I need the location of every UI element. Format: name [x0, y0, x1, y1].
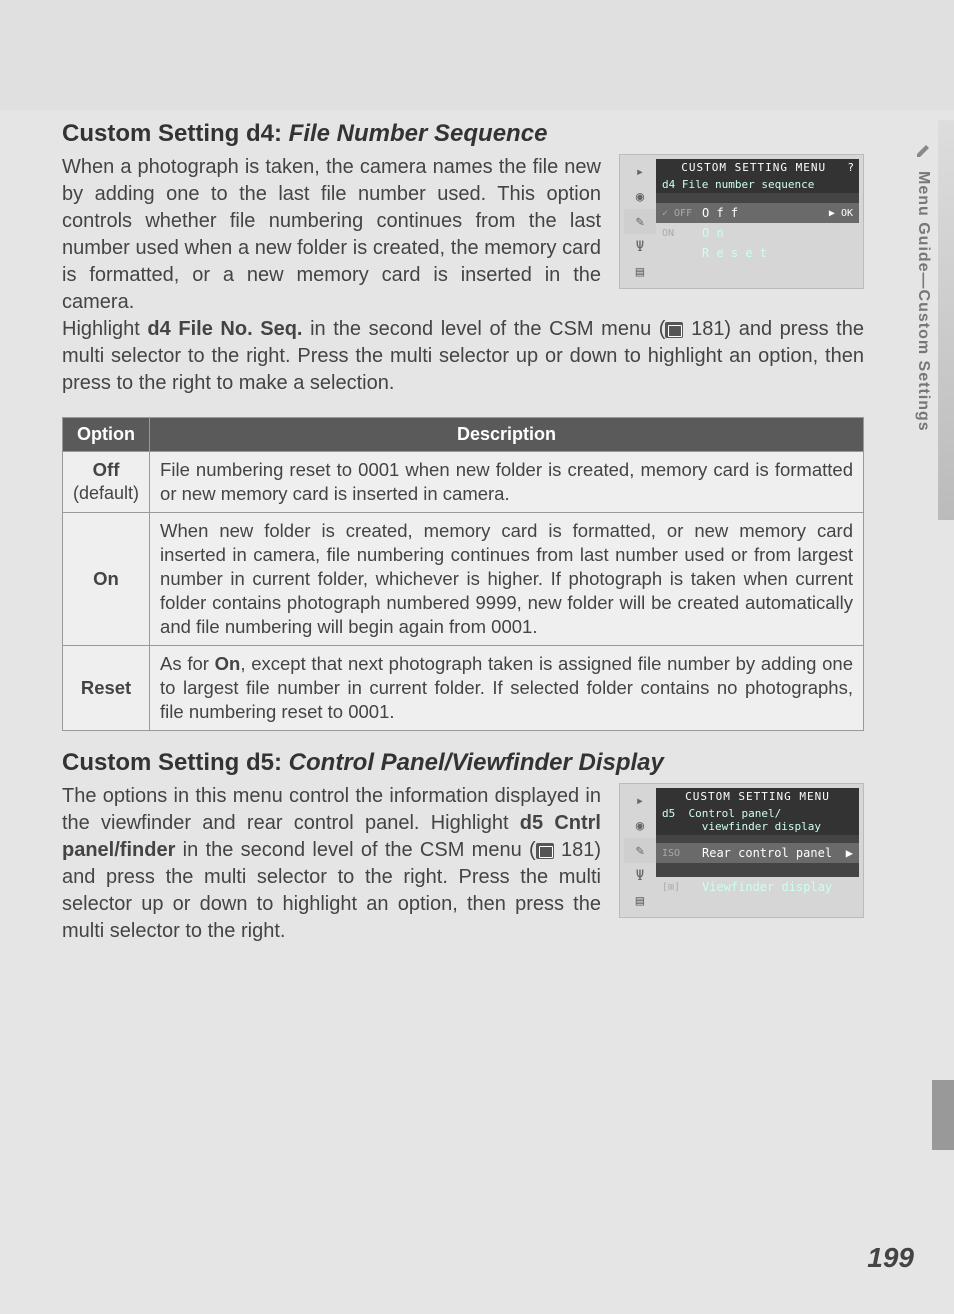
opt-off: Off — [93, 459, 120, 480]
camera-icon: ◉ — [624, 184, 656, 209]
heading-d4: Custom Setting d4: File Number Sequence — [62, 120, 864, 148]
heading-d5: Custom Setting d5: Control Panel/Viewfin… — [62, 749, 864, 777]
d4-p2-c: in the second level of the CSM menu ( — [302, 318, 665, 340]
opt2-pref: [⊞] — [662, 882, 702, 893]
play-icon: ▸ — [624, 788, 656, 813]
section-d5: Custom Setting d5: Control Panel/Viewfin… — [62, 749, 864, 945]
opt-cell-on: On — [63, 513, 150, 646]
d4-p2-b: d4 File No. Seq. — [147, 318, 302, 340]
opt-on-pref: ON — [662, 228, 702, 239]
opt-on-label: O n — [702, 226, 724, 240]
cam-menu-title-d5: CUSTOM SETTING MENU — [656, 788, 859, 805]
opt-off-label: O f f — [702, 206, 738, 220]
cam-opt-rear: ISO Rear control panel ▶ — [656, 843, 859, 863]
ok-indicator: ▶ OK — [829, 208, 853, 219]
options-table: Option Description Off (default) File nu… — [62, 417, 864, 731]
header-bar — [0, 0, 954, 110]
reset-desc-c: , except that next photograph taken is a… — [160, 653, 853, 722]
opt-on: On — [93, 568, 119, 589]
opt-cell-reset: Reset — [63, 646, 150, 731]
table-row: On When new folder is created, memory ca… — [63, 513, 864, 646]
opt2-label: Viewfinder display — [702, 880, 832, 894]
cam-opt-off: ✓ OFF O f f ▶ OK — [656, 203, 859, 223]
card-icon: ▤ — [624, 888, 656, 913]
cam-opt-reset: R e s e t — [656, 243, 859, 263]
th-option: Option — [63, 418, 150, 452]
cam-menu-title: CUSTOM SETTING MENU ? — [656, 159, 859, 176]
th-description: Description — [150, 418, 864, 452]
desc-cell-on: When new folder is created, memory card … — [150, 513, 864, 646]
heading-d5-title: Control Panel/Viewfinder Display — [289, 749, 664, 776]
camera-menu-d4: ▸ ◉ ✎ Ψ ▤ CUSTOM SETTING MENU ? d4 File … — [619, 154, 864, 289]
camera-menu-d5: ▸ ◉ ✎ Ψ ▤ CUSTOM SETTING MENU d5 Control… — [619, 783, 864, 918]
tuning-fork-icon: Ψ — [624, 863, 656, 888]
pencil-tab-icon: ✎ — [624, 209, 656, 234]
cam-menu-sub: d4 File number sequence — [656, 176, 859, 193]
camera-icon: ◉ — [624, 813, 656, 838]
opt-off-sub: (default) — [73, 482, 139, 505]
section-d4: Custom Setting d4: File Number Sequence … — [62, 120, 864, 731]
thumb-tab — [932, 1080, 954, 1150]
opt1-arrow: ▶ — [846, 846, 853, 860]
heading-d4-title: File Number Sequence — [289, 120, 548, 147]
opt-reset-label: R e s e t — [702, 246, 767, 260]
cam-menu-sub-d5: d5 Control panel/ viewfinder display — [656, 805, 859, 835]
sidebar: Menu Guide—Custom Settings — [914, 140, 942, 520]
opt-reset: Reset — [81, 677, 131, 698]
opt1-label: Rear control panel — [702, 846, 832, 860]
menu-page-icon — [665, 322, 683, 338]
reset-desc-b: On — [215, 653, 241, 674]
pencil-icon — [914, 140, 934, 160]
opt-off-pref: ✓ OFF — [662, 208, 702, 219]
tuning-fork-icon: Ψ — [624, 234, 656, 259]
d4-para2: Highlight d4 File No. Seq. in the second… — [62, 316, 864, 397]
opt-cell-off: Off (default) — [63, 452, 150, 513]
help-icon: ? — [847, 161, 855, 174]
d4-p2-a: Highlight — [62, 318, 147, 340]
menu-page-icon — [536, 843, 554, 859]
card-icon: ▤ — [624, 259, 656, 284]
heading-d4-prefix: Custom Setting d4: — [62, 120, 289, 147]
play-icon: ▸ — [624, 159, 656, 184]
cam-opt-viewfinder: [⊞] Viewfinder display — [656, 877, 859, 897]
page-number: 199 — [867, 1242, 914, 1274]
heading-d5-prefix: Custom Setting d5: — [62, 749, 289, 776]
sidebar-label: Menu Guide—Custom Settings — [914, 171, 932, 432]
table-row: Reset As for On, except that next photog… — [63, 646, 864, 731]
desc-cell-reset: As for On, except that next photograph t… — [150, 646, 864, 731]
cam-title-text: CUSTOM SETTING MENU — [681, 161, 826, 174]
reset-desc-a: As for — [160, 653, 215, 674]
cam-opt-on: ON O n — [656, 223, 859, 243]
d5-p-c: in the second level of the CSM menu ( — [175, 839, 535, 861]
table-row: Off (default) File numbering reset to 00… — [63, 452, 864, 513]
opt1-pref: ISO — [662, 848, 702, 859]
desc-cell-off: File numbering reset to 0001 when new fo… — [150, 452, 864, 513]
pencil-tab-icon: ✎ — [624, 838, 656, 863]
